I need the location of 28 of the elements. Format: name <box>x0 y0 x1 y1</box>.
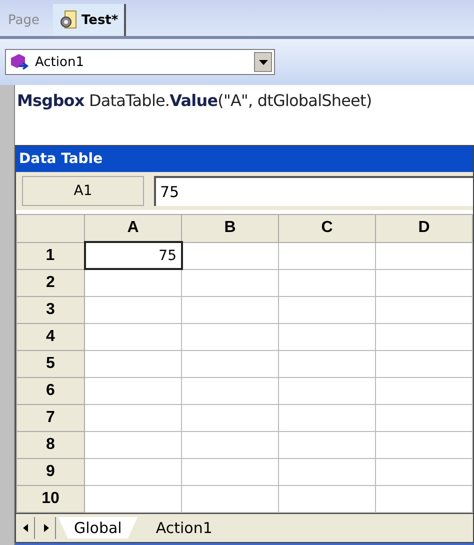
row-header[interactable]: 10 <box>16 485 84 512</box>
table-cell[interactable] <box>182 242 278 269</box>
table-cell[interactable] <box>376 242 472 269</box>
row-header[interactable]: 3 <box>16 296 84 323</box>
code-line: Msgbox DataTable.Value("A", dtGlobalSheet) <box>17 91 372 110</box>
cell-reference: A1 <box>22 176 144 206</box>
column-header[interactable]: D <box>376 214 472 242</box>
table-cell[interactable] <box>278 242 376 269</box>
dropdown-value: Action1 <box>35 54 85 70</box>
column-header[interactable]: A <box>84 214 182 242</box>
row-header[interactable]: 6 <box>16 377 84 404</box>
row-header[interactable]: 4 <box>16 323 84 350</box>
document-tab[interactable]: Test* <box>53 4 126 36</box>
column-header[interactable]: B <box>182 214 278 242</box>
action-dropdown[interactable]: Action1 <box>5 49 275 75</box>
formula-field[interactable]: 75 <box>154 176 473 206</box>
row-header[interactable]: 7 <box>16 404 84 431</box>
row-header[interactable]: 8 <box>16 431 84 458</box>
panel-title: Data Table <box>19 151 103 167</box>
table-cell[interactable]: 75 <box>84 242 182 269</box>
gear-document-icon <box>59 10 78 30</box>
row-header[interactable]: 2 <box>16 269 84 296</box>
action-icon <box>9 52 29 72</box>
sheet-tab[interactable]: Global <box>58 516 138 538</box>
row-header[interactable]: 9 <box>16 458 84 485</box>
row-header[interactable]: 5 <box>16 350 84 377</box>
column-header[interactable]: C <box>278 214 376 242</box>
row-header[interactable]: 1 <box>16 242 84 269</box>
